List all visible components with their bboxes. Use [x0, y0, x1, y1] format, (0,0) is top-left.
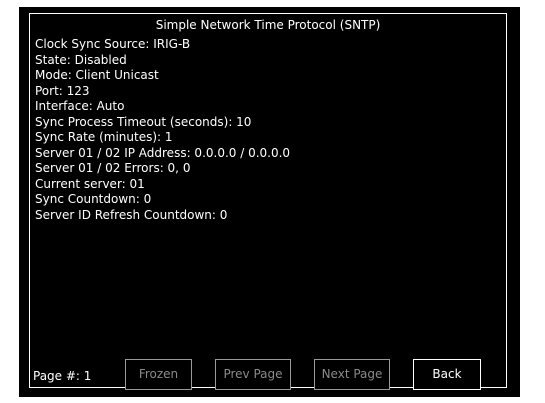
prev-page-button[interactable]: Prev Page — [215, 359, 291, 390]
page-title: Simple Network Time Protocol (SNTP) — [155, 18, 381, 32]
sync-countdown-line: Sync Countdown: 0 — [35, 192, 152, 206]
status-list: Clock Sync Source: IRIG-B State: Disable… — [35, 37, 290, 223]
display-screen: Simple Network Time Protocol (SNTP) Cloc… — [19, 7, 520, 397]
sync-timeout-line: Sync Process Timeout (seconds): 10 — [35, 114, 252, 129]
server-id-refresh-line: Server ID Refresh Countdown: 0 — [35, 207, 228, 222]
back-button[interactable]: Back — [413, 359, 481, 390]
clock-sync-source-line: Clock Sync Source: IRIG-B — [35, 37, 191, 51]
sntp-panel: Simple Network Time Protocol (SNTP) Cloc… — [29, 13, 507, 390]
port-line: Port: 123 — [35, 83, 90, 98]
frozen-button[interactable]: Frozen — [125, 359, 192, 390]
server-errors-line: Server 01 / 02 Errors: 0, 0 — [35, 161, 191, 175]
interface-line: Interface: Auto — [35, 99, 125, 113]
mode-line: Mode: Client Unicast — [35, 68, 159, 82]
state-line: State: Disabled — [35, 52, 127, 67]
current-server-line: Current server: 01 — [35, 176, 145, 191]
page-number: Page #: 1 — [33, 369, 92, 383]
server-ip-line: Server 01 / 02 IP Address: 0.0.0.0 / 0.0… — [35, 145, 291, 160]
sync-rate-line: Sync Rate (minutes): 1 — [35, 130, 173, 144]
next-page-button[interactable]: Next Page — [314, 359, 390, 390]
